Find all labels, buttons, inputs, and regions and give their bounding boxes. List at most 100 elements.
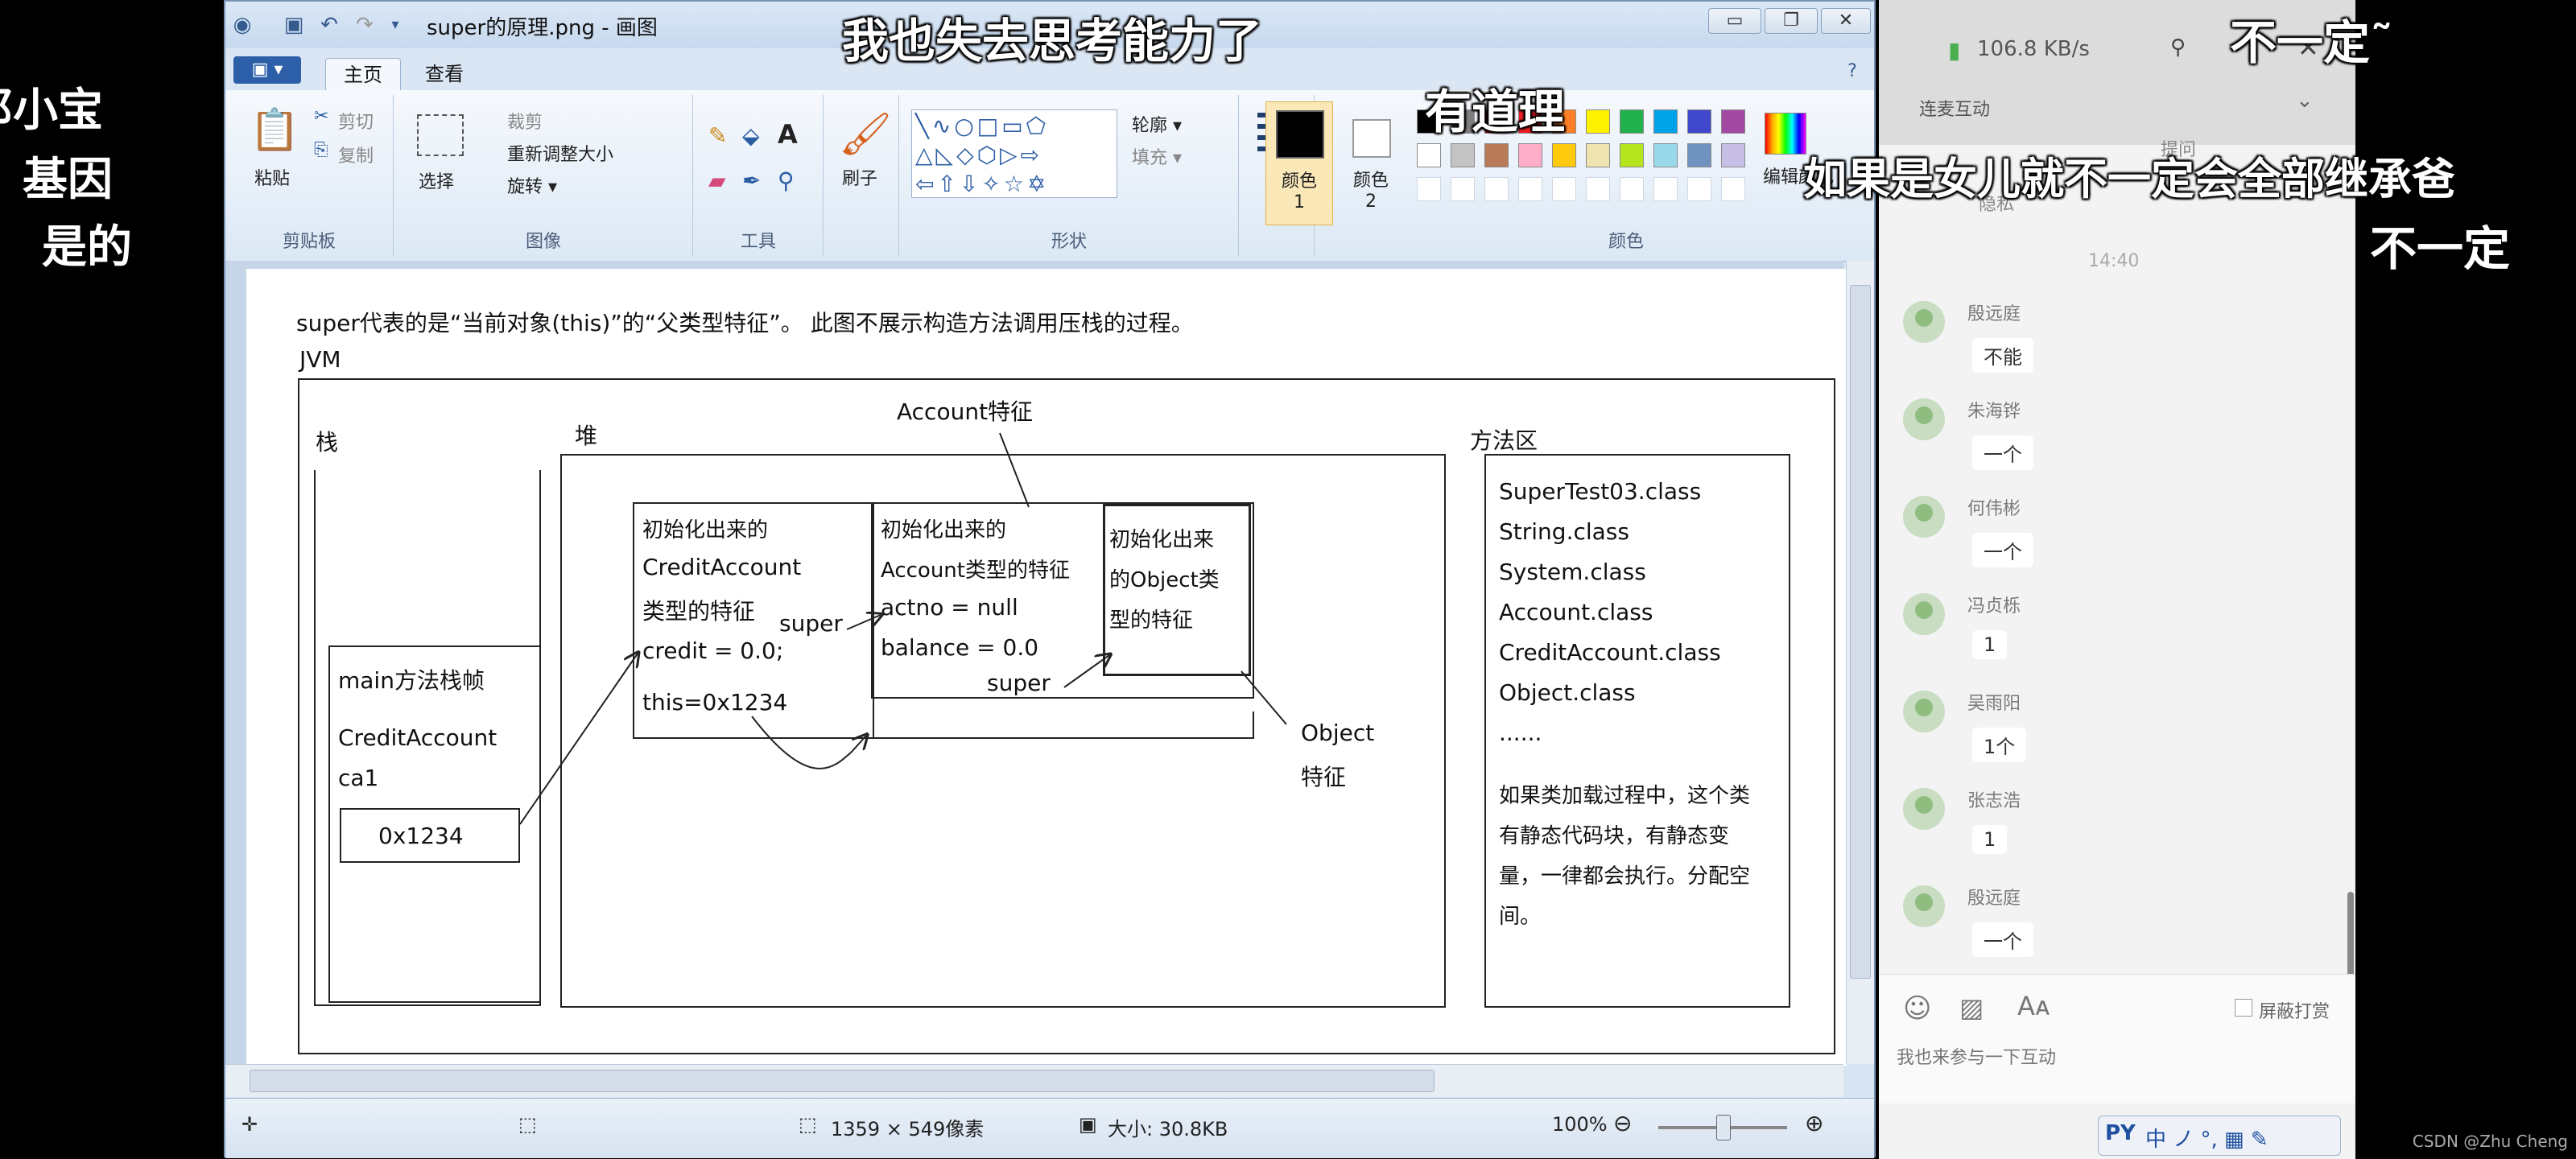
drawing-canvas[interactable]: super代表的是“当前对象(this)”的“父类型特征”。 此图不展示构造方法…	[246, 269, 1847, 1066]
font-size-icon[interactable]: Aᴀ	[2017, 991, 2050, 1021]
file-menu-button[interactable]: ▣ ▾	[233, 56, 301, 84]
save-icon[interactable]: ▣	[282, 13, 306, 37]
zoom-out-icon[interactable]: ⊖	[1613, 1110, 1632, 1136]
palette-swatch[interactable]	[1586, 109, 1610, 134]
paste-button[interactable]: 粘贴	[254, 164, 290, 190]
color-picker-icon[interactable]: ✒	[742, 167, 761, 194]
cut-icon: ✂	[314, 106, 329, 126]
palette-swatch-empty[interactable]	[1653, 177, 1678, 201]
outline-button[interactable]: 轮廓 ▾	[1132, 111, 1182, 137]
user-avatar[interactable]	[1903, 885, 1945, 927]
stack-frame-title: main方法栈帧	[338, 667, 485, 694]
pin-icon[interactable]: ⚲	[2170, 35, 2186, 60]
danmaku-top-center: 我也失去思考能力了	[842, 14, 1263, 68]
palette-swatch-empty[interactable]	[1518, 177, 1542, 201]
eraser-icon[interactable]: ▰	[708, 167, 726, 194]
user-avatar[interactable]	[1903, 398, 1945, 440]
user-avatar[interactable]	[1903, 301, 1945, 343]
resize-button[interactable]: 重新调整大小	[507, 140, 613, 166]
palette-swatch-empty[interactable]	[1586, 177, 1610, 201]
redo-icon[interactable]: ↷	[353, 13, 377, 37]
ime-toolbar[interactable]: PY 中 ノ °, ▦ ✎	[2098, 1116, 2341, 1156]
crop-button[interactable]: 裁剪	[507, 108, 543, 134]
chat-expand-icon[interactable]: ⌄	[2296, 89, 2314, 113]
user-avatar[interactable]	[1903, 691, 1945, 732]
pencil-icon[interactable]: ✎	[708, 122, 727, 149]
brush-icon[interactable]: 🖌	[839, 109, 892, 159]
palette-swatch-empty[interactable]	[1620, 177, 1644, 201]
paste-icon[interactable]: 📋	[250, 106, 299, 154]
close-button[interactable]: ✕	[1821, 8, 1871, 34]
emoji-icon[interactable]: ☺	[1903, 992, 1931, 1025]
quick-access-dropdown-icon[interactable]: ▾	[383, 13, 407, 37]
user-avatar[interactable]	[1903, 496, 1945, 538]
copy-button[interactable]: 复制	[338, 142, 374, 167]
jvm-label: JVM	[299, 346, 341, 373]
fill-button[interactable]: 填充 ▾	[1132, 143, 1182, 169]
tab-home[interactable]: 主页	[325, 58, 401, 91]
palette-swatch[interactable]	[1586, 143, 1610, 167]
palette-swatch[interactable]	[1451, 143, 1475, 167]
user-avatar[interactable]	[1903, 788, 1945, 830]
chat-message-input[interactable]	[1895, 1041, 2317, 1074]
minimize-button[interactable]: ▭	[1708, 8, 1761, 34]
palette-swatch[interactable]	[1620, 143, 1644, 167]
user-avatar[interactable]	[1903, 593, 1945, 635]
palette-swatch[interactable]	[1518, 143, 1542, 167]
palette-swatch[interactable]	[1620, 109, 1644, 134]
message-author: 朱海铧	[1967, 402, 2021, 422]
zoom-in-icon[interactable]: ⊕	[1805, 1110, 1823, 1136]
palette-swatch[interactable]	[1552, 143, 1576, 167]
edit-colors-icon[interactable]	[1765, 113, 1806, 155]
cut-button[interactable]: 剪切	[338, 108, 374, 134]
horizontal-scrollbar[interactable]	[225, 1064, 1843, 1097]
chat-scrollbar[interactable]	[2347, 892, 2354, 980]
stack-frame-var-type: CreditAccount	[338, 724, 497, 751]
palette-swatch-empty[interactable]	[1451, 177, 1475, 201]
palette-swatch[interactable]	[1721, 143, 1745, 167]
shield-checkbox[interactable]	[2235, 999, 2252, 1017]
select-icon[interactable]	[417, 114, 464, 156]
help-icon[interactable]: ?	[1840, 60, 1864, 84]
left-text-1: 邓小宝	[0, 85, 103, 137]
image-icon[interactable]: ▨	[1959, 992, 1984, 1023]
color2-button[interactable]: 颜色 2	[1338, 101, 1404, 224]
palette-swatch[interactable]	[1653, 143, 1678, 167]
palette-swatch-empty[interactable]	[1687, 177, 1711, 201]
message-text: 一个	[1972, 922, 2033, 957]
horizontal-scroll-thumb[interactable]	[250, 1070, 1435, 1092]
palette-swatch[interactable]	[1721, 109, 1745, 134]
magnifier-icon[interactable]: ⚲	[778, 167, 795, 194]
danmaku-right-bottom: 不一定	[2370, 221, 2511, 276]
palette-swatch-empty[interactable]	[1417, 177, 1441, 201]
color1-button[interactable]: 颜色 1	[1265, 101, 1333, 225]
rotate-button[interactable]: 旋转 ▾	[507, 172, 557, 198]
zoom-slider-handle[interactable]	[1716, 1115, 1731, 1140]
fill-icon[interactable]: ⬙	[742, 122, 760, 149]
palette-swatch[interactable]	[1484, 143, 1509, 167]
color2-label: 颜色 2	[1352, 171, 1389, 212]
palette-swatch[interactable]	[1417, 143, 1441, 167]
paint-app-icon[interactable]: ◉	[230, 13, 254, 37]
palette-swatch[interactable]	[1687, 143, 1711, 167]
palette-swatch[interactable]	[1653, 109, 1678, 134]
brushes-button[interactable]: 刷子	[842, 164, 877, 190]
vertical-scrollbar[interactable]	[1846, 261, 1874, 1064]
vertical-scroll-thumb[interactable]	[1850, 285, 1871, 979]
account-line-4: balance = 0.0	[881, 634, 1039, 661]
palette-swatch-empty[interactable]	[1552, 177, 1576, 201]
select-button[interactable]: 选择	[419, 167, 454, 193]
text-icon[interactable]: A	[778, 119, 798, 150]
account-line-3: actno = null	[881, 594, 1018, 621]
tab-view[interactable]: 查看	[407, 58, 481, 90]
undo-icon[interactable]: ↶	[317, 13, 341, 37]
shapes-gallery[interactable]: ╲∿○□▭⬠ △◺◇⬡▷⇨ ⇦⇧⇩✧☆✡	[911, 109, 1117, 198]
left-text-2: 基因	[23, 154, 113, 206]
maximize-button[interactable]: ❐	[1765, 8, 1818, 34]
chat-tab-interaction[interactable]: 连麦互动	[1919, 95, 1990, 121]
palette-swatch-empty[interactable]	[1721, 177, 1745, 201]
palette-swatch[interactable]	[1687, 109, 1711, 134]
palette-swatch-empty[interactable]	[1484, 177, 1509, 201]
danmaku-right: 如果是女儿就不一定会全部继承爸	[1803, 154, 2455, 204]
method-area-label: 方法区	[1470, 427, 1538, 454]
